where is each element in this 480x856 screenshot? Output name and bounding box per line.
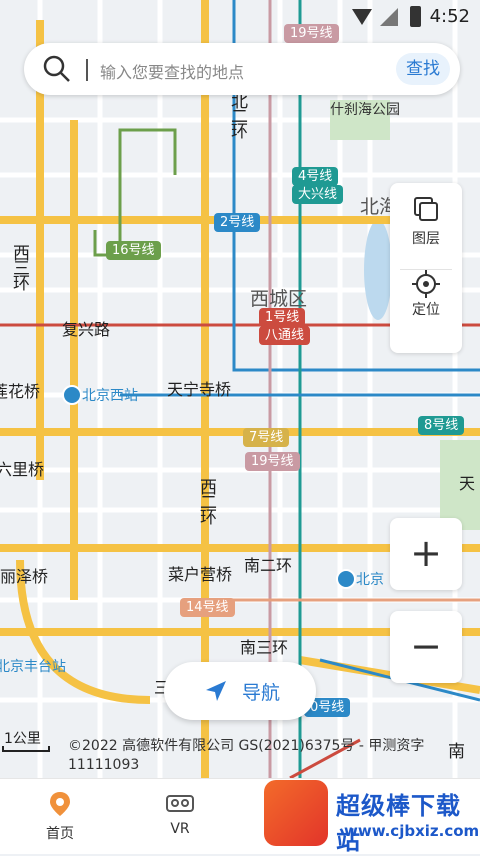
zoom-in-button[interactable]: + — [390, 518, 462, 590]
road-label: 西二环 — [196, 478, 216, 523]
road-label: 北二环 — [227, 92, 247, 137]
road-label: 南二环 — [244, 556, 293, 575]
tab-vr-label: VR — [170, 821, 190, 837]
district-label: 西城区 — [250, 288, 308, 310]
tab-home[interactable]: 首页 — [20, 791, 100, 843]
line-badge: 8号线 — [418, 416, 465, 435]
watermark: 超级棒下载站 www.cjbxiz.com — [264, 774, 480, 855]
road-label: 六里桥 — [0, 460, 45, 479]
search-input[interactable]: 输入您要查找的地点 — [100, 59, 244, 83]
poi-label: 北京丰台站 — [0, 659, 66, 675]
line-badge: 19号线 — [284, 24, 339, 43]
map-scale-bar — [2, 746, 50, 752]
location-pin-icon — [50, 792, 70, 816]
road-label: 西三环 — [9, 244, 29, 289]
line-badge: 14号线 — [180, 598, 235, 617]
road-label: 南三环 — [240, 638, 289, 657]
watermark-title: 超级棒下载站 — [336, 792, 461, 855]
line-badge: 八通线 — [259, 326, 311, 345]
road-label: 丽泽桥 — [0, 567, 49, 586]
navigate-button[interactable]: 导航 — [164, 662, 316, 720]
locate-icon — [412, 270, 440, 298]
road-label: 菜户营桥 — [168, 565, 233, 584]
poi-label: 什刹海公园 — [330, 102, 400, 118]
tab-vr[interactable]: VR — [140, 791, 220, 837]
search-bar[interactable]: 输入您要查找的地点 查找 — [24, 43, 460, 95]
search-icon — [43, 55, 70, 82]
layers-label: 图层 — [412, 231, 440, 247]
navigation-arrow-icon — [206, 681, 226, 701]
poi-label: 北京 — [356, 572, 384, 588]
watermark-url: www.cjbxiz.com — [344, 822, 480, 840]
station-icon — [62, 385, 82, 405]
line-badge: 1号线 — [259, 308, 306, 327]
zoom-out-button[interactable]: − — [390, 611, 462, 683]
road-label: 复兴路 — [62, 320, 111, 339]
line-badge: 16号线 — [106, 241, 161, 260]
line-badge: 2号线 — [214, 213, 261, 232]
text-caret — [86, 59, 88, 81]
road-label: 天 — [459, 474, 476, 493]
line-badge: 7号线 — [243, 428, 290, 447]
map-scale-label: 1公里 — [4, 731, 41, 747]
locate-button[interactable]: 定位 — [390, 269, 462, 353]
battery-icon — [410, 6, 421, 27]
status-time: 4:52 — [429, 6, 470, 27]
vr-headset-icon — [166, 795, 194, 812]
wifi-icon — [352, 9, 372, 25]
map-tools-panel: 图层 定位 — [390, 183, 462, 353]
search-button[interactable]: 查找 — [396, 53, 450, 85]
signal-icon — [380, 8, 398, 26]
poi-label: 北京西站 — [82, 388, 138, 404]
layers-button[interactable]: 图层 — [390, 183, 462, 269]
watermark-logo-icon — [264, 780, 328, 846]
tab-home-label: 首页 — [46, 826, 74, 842]
status-bar: 4:52 — [0, 0, 480, 34]
layers-icon — [414, 197, 438, 221]
map-copyright: ©2022 高德软件有限公司 GS(2021)6375号 - 甲测资字11111… — [68, 738, 425, 773]
line-badge: 19号线 — [245, 452, 300, 471]
station-icon — [336, 569, 356, 589]
road-label: 莲花桥 — [0, 382, 41, 401]
line-badge: 4号线 — [292, 167, 339, 186]
navigate-label: 导航 — [242, 682, 281, 704]
locate-label: 定位 — [412, 302, 440, 318]
line-badge: 大兴线 — [292, 185, 344, 204]
road-label: 天宁寺桥 — [167, 380, 232, 399]
